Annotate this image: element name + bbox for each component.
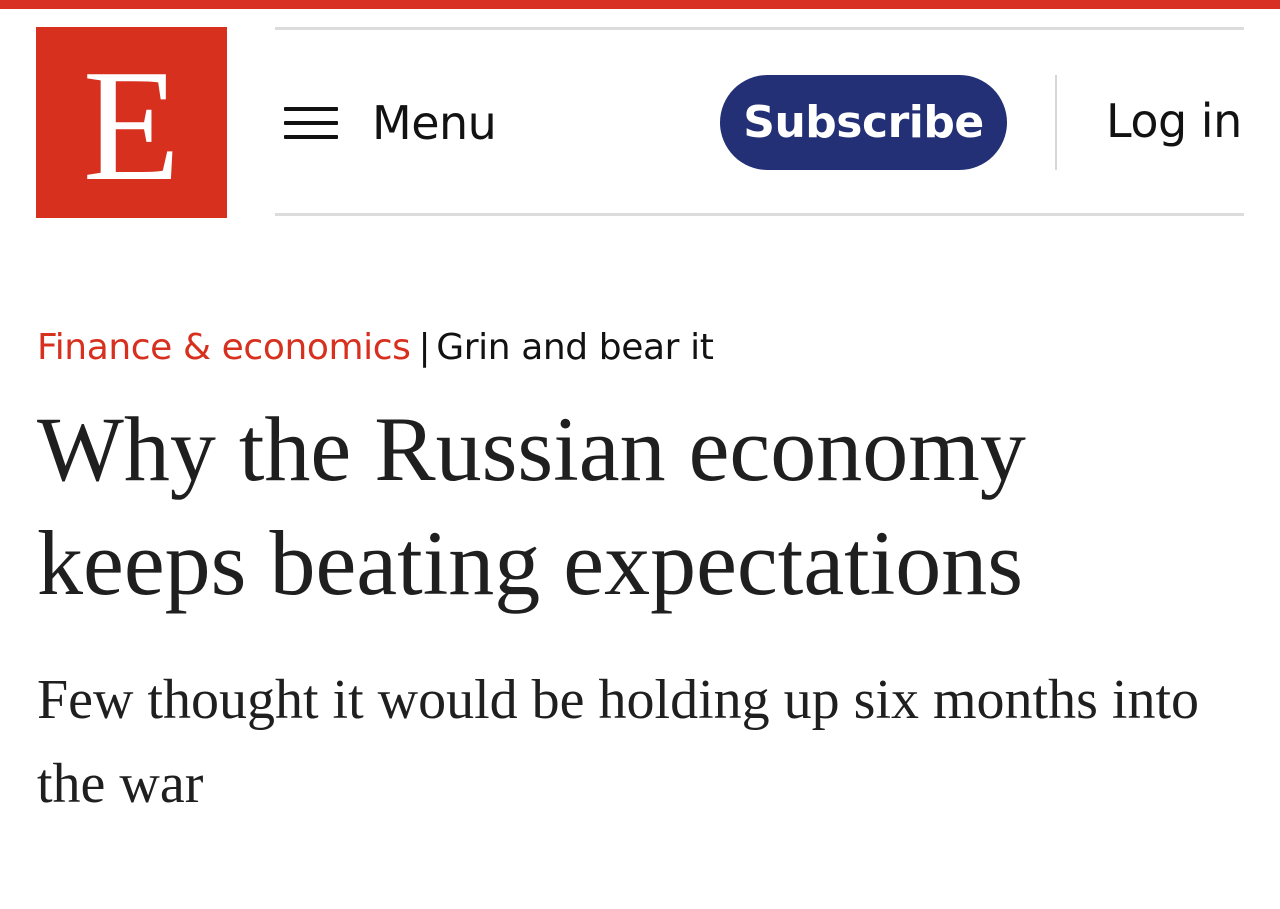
section-link[interactable]: Finance & economics (37, 327, 411, 368)
menu-label: Menu (372, 96, 497, 150)
article-subheadline: Few thought it would be holding up six m… (37, 669, 1200, 815)
hamburger-icon (284, 107, 338, 139)
header-divider (1055, 75, 1057, 170)
login-link[interactable]: Log in (1106, 88, 1242, 154)
article-rubric: Finance & economics | Grin and bear it (37, 322, 714, 374)
subscribe-button[interactable]: Subscribe (720, 75, 1007, 170)
article-headline: Why the Russian economy keeps beating ex… (37, 398, 1026, 614)
logo-letter: E (82, 35, 181, 214)
rubric-separator: | (418, 327, 431, 368)
header-top-rule (275, 27, 1244, 30)
economist-logo[interactable]: E (36, 27, 227, 218)
header-bottom-rule (275, 213, 1244, 216)
menu-button[interactable]: Menu (284, 88, 497, 158)
brand-top-stripe (0, 0, 1280, 9)
fly-title: Grin and bear it (436, 327, 714, 368)
